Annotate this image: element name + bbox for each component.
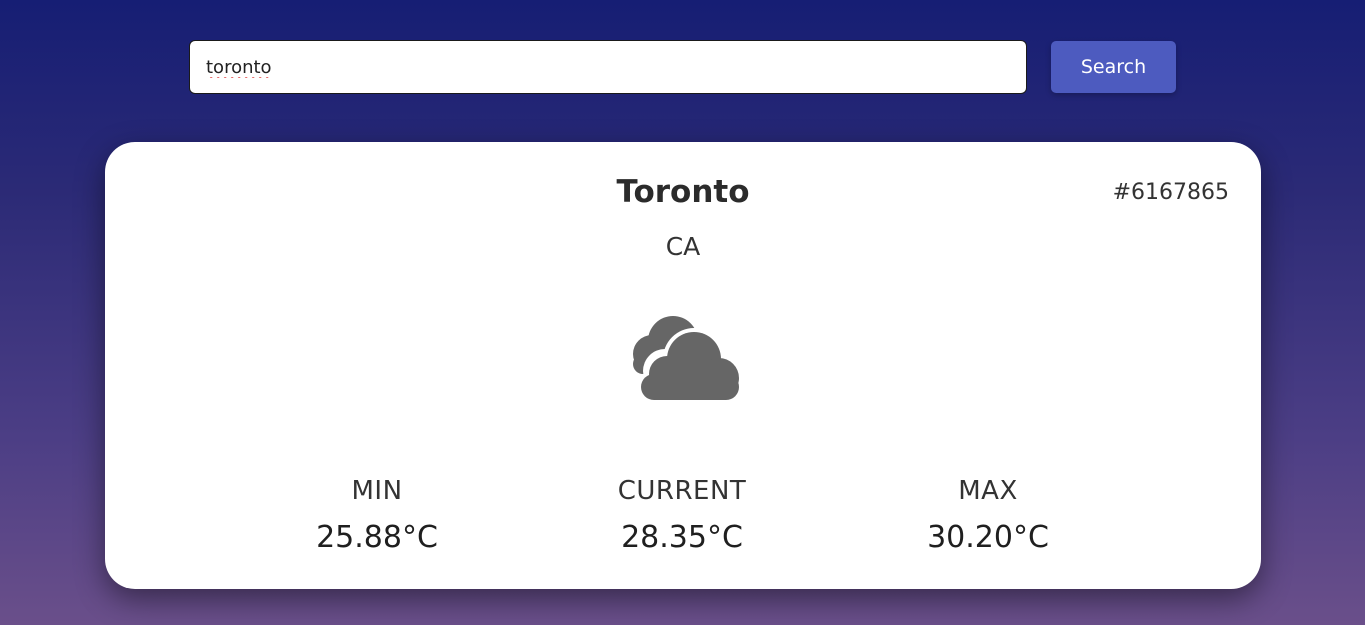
- weather-card: Toronto #6167865 CA MIN 25.88°C CURRENT …: [105, 142, 1261, 589]
- search-button[interactable]: Search: [1051, 41, 1176, 93]
- city-name: Toronto: [616, 174, 750, 210]
- stat-min: MIN 25.88°C: [257, 476, 497, 555]
- cloud-icon: [633, 316, 739, 404]
- stat-current: CURRENT 28.35°C: [562, 476, 802, 555]
- current-value: 28.35°C: [621, 520, 743, 555]
- search-bar: Search: [189, 40, 1177, 94]
- min-value: 25.88°C: [316, 520, 438, 555]
- max-label: MAX: [958, 476, 1018, 506]
- country-code: CA: [665, 232, 701, 261]
- search-input[interactable]: [189, 40, 1027, 94]
- max-value: 30.20°C: [927, 520, 1049, 555]
- current-label: CURRENT: [617, 476, 747, 506]
- city-id: #6167865: [1112, 180, 1229, 205]
- stat-max: MAX 30.20°C: [868, 476, 1108, 555]
- min-label: MIN: [351, 476, 403, 506]
